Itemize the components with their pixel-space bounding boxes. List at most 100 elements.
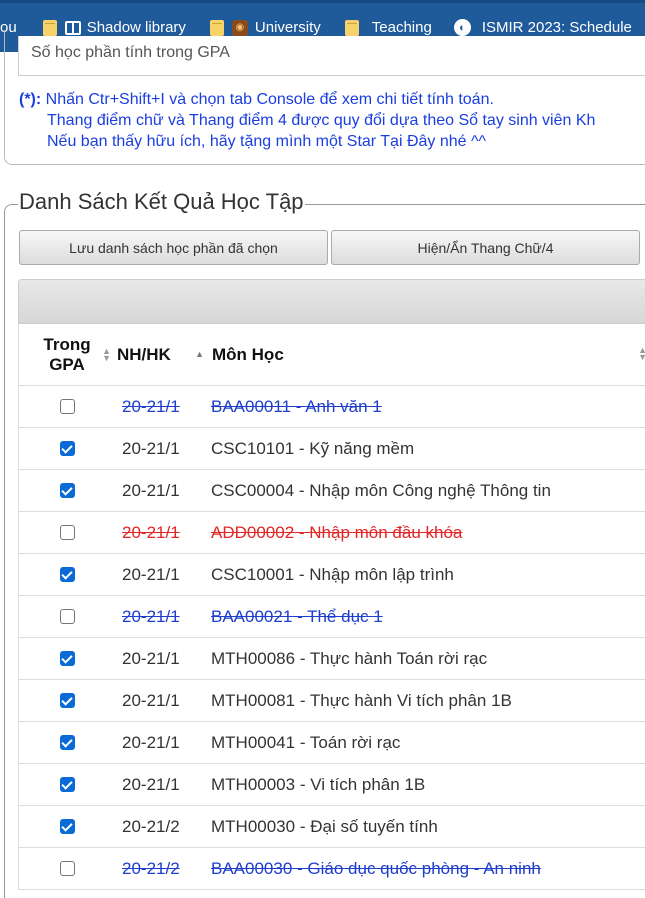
term-cell: 20-21/1 xyxy=(122,774,180,794)
note-line-1: Nhấn Ctr+Shift+I và chọn tab Console để … xyxy=(41,91,494,108)
course-code: BAA00030 xyxy=(211,858,293,878)
term-cell: 20-21/1 xyxy=(122,522,180,542)
include-in-gpa-checkbox[interactable] xyxy=(59,861,75,876)
note-line-3: Nếu bạn thấy hữu ích, hãy tặng mình một … xyxy=(19,131,595,152)
include-in-gpa-checkbox[interactable] xyxy=(59,483,75,498)
term-cell: 20-21/1 xyxy=(122,732,180,752)
gpa-cell xyxy=(19,525,109,540)
course-code: BAA00021 xyxy=(211,606,293,626)
column-header-course-label: Môn Học xyxy=(212,344,284,364)
term-cell: 20-21/1 xyxy=(122,438,180,458)
table-toolbar xyxy=(18,279,645,323)
course-name: - Nhập môn lập trình xyxy=(294,564,454,584)
info-note: (*): Nhấn Ctr+Shift+I và chọn tab Consol… xyxy=(19,89,595,152)
course-code: ADD00002 xyxy=(211,522,295,542)
gpa-cell xyxy=(19,693,109,708)
course-name: - Thực hành Toán rời rạc xyxy=(295,648,488,668)
course-cell: CSC00004 - Nhập môn Công nghệ Thông tin xyxy=(207,481,645,501)
results-table: Trong GPA ▲ ▼ NH/HK ▲ Môn Học ▲ ▼ 20-21/1 B… xyxy=(18,279,645,890)
star-link[interactable]: Tại Đây xyxy=(380,133,435,150)
note-line-2: Thang điểm chữ và Thang điểm 4 được quy … xyxy=(47,112,596,129)
include-in-gpa-checkbox[interactable] xyxy=(59,735,75,750)
gpa-cell xyxy=(19,483,109,498)
course-cell: MTH00041 - Toán rời rạc xyxy=(207,733,645,753)
table-row: 20-21/1 ADD00002 - Nhập môn đầu khóa xyxy=(18,512,645,554)
gpa-cell xyxy=(19,609,109,624)
term-cell: 20-21/1 xyxy=(122,480,180,500)
table-row: 20-21/2 MTH00030 - Đại số tuyến tính xyxy=(18,806,645,848)
gpa-cell xyxy=(19,399,109,414)
include-in-gpa-checkbox[interactable] xyxy=(59,441,75,456)
include-in-gpa-checkbox[interactable] xyxy=(59,651,75,666)
note-line-3-prefix: Nếu bạn thấy hữu ích, hãy tặng mình một … xyxy=(47,133,381,150)
column-header-term[interactable]: NH/HK ▲ xyxy=(109,345,206,365)
table-row: 20-21/1 BAA00021 - Thể dục 1 xyxy=(18,596,645,638)
course-name: - Anh văn 1 xyxy=(291,396,382,416)
column-header-gpa[interactable]: Trong GPA ▲ ▼ xyxy=(19,334,111,375)
course-cell: MTH00086 - Thực hành Toán rời rạc xyxy=(207,649,645,669)
course-cell: BAA00011 - Anh văn 1 xyxy=(207,397,645,417)
gpa-cell xyxy=(19,441,109,456)
course-cell: BAA00030 - Giáo dục quốc phòng - An ninh xyxy=(207,859,645,879)
table-row: 20-21/1 CSC10001 - Nhập môn lập trình xyxy=(18,554,645,596)
course-code: BAA00011 xyxy=(211,396,292,416)
course-name: - Thực hành Vi tích phân 1B xyxy=(295,690,512,710)
course-cell: MTH00081 - Thực hành Vi tích phân 1B xyxy=(207,691,645,711)
course-name: - Giáo dục quốc phòng - An ninh xyxy=(292,858,541,878)
course-name: - Toán rời rạc xyxy=(295,732,401,752)
table-row: 20-21/1 MTH00041 - Toán rời rạc xyxy=(18,722,645,764)
gpa-cell xyxy=(19,651,109,666)
note-star: (*): xyxy=(19,91,42,108)
column-header-gpa-line1: Trong xyxy=(43,334,91,354)
course-code: MTH00041 xyxy=(211,732,296,752)
include-in-gpa-checkbox[interactable] xyxy=(59,567,75,582)
course-code: CSC10101 xyxy=(211,438,295,458)
include-in-gpa-checkbox[interactable] xyxy=(59,525,75,540)
course-name: - Vi tích phân 1B xyxy=(295,774,426,794)
table-row: 20-21/1 CSC00004 - Nhập môn Công nghệ Thô… xyxy=(18,470,645,512)
include-in-gpa-checkbox[interactable] xyxy=(59,693,75,708)
column-header-term-label: NH/HK xyxy=(117,344,171,364)
column-header-course[interactable]: Môn Học ▲ ▼ xyxy=(206,345,645,365)
term-cell: 20-21/1 xyxy=(122,690,180,710)
course-name: - Nhập môn Công nghệ Thông tin xyxy=(294,480,551,500)
course-cell: MTH00003 - Vi tích phân 1B xyxy=(207,775,645,795)
results-legend: Danh Sách Kết Quả Học Tập xyxy=(18,189,305,215)
course-code: MTH00081 xyxy=(211,690,296,710)
course-cell: MTH00030 - Đại số tuyến tính xyxy=(207,817,645,837)
table-body: 20-21/1 BAA00011 - Anh văn 1 20-21/1 CSC101… xyxy=(18,386,645,890)
course-code: MTH00003 xyxy=(211,774,296,794)
table-row: 20-21/1 MTH00086 - Thực hành Toán rời rạc xyxy=(18,638,645,680)
save-selection-button[interactable]: Lưu danh sách học phần đã chọn xyxy=(19,230,328,265)
table-row: 20-21/1 MTH00081 - Thực hành Vi tích phân… xyxy=(18,680,645,722)
course-code: MTH00086 xyxy=(211,648,296,668)
table-header: Trong GPA ▲ ▼ NH/HK ▲ Môn Học ▲ ▼ xyxy=(18,323,645,386)
term-cell: 20-21/2 xyxy=(122,816,180,836)
term-cell: 20-21/1 xyxy=(122,606,180,626)
gpa-count-field: Số học phần tính trong GPA xyxy=(18,36,645,76)
gpa-cell xyxy=(19,861,109,876)
gpa-cell xyxy=(19,777,109,792)
course-cell: ADD00002 - Nhập môn đầu khóa xyxy=(207,523,645,543)
course-cell: BAA00021 - Thể dục 1 xyxy=(207,607,645,627)
include-in-gpa-checkbox[interactable] xyxy=(59,777,75,792)
include-in-gpa-checkbox[interactable] xyxy=(59,609,75,624)
course-name: - Nhập môn đầu khóa xyxy=(294,522,463,542)
table-row: 20-21/1 BAA00011 - Anh văn 1 xyxy=(18,386,645,428)
table-row: 20-21/1 MTH00003 - Vi tích phân 1B xyxy=(18,764,645,806)
gpa-cell xyxy=(19,567,109,582)
term-cell: 20-21/2 xyxy=(122,858,180,878)
include-in-gpa-checkbox[interactable] xyxy=(59,399,75,414)
gpa-cell xyxy=(19,819,109,834)
course-name: - Thể dục 1 xyxy=(292,606,383,626)
toggle-grade-scale-button[interactable]: Hiện/Ẩn Thang Chữ/4 xyxy=(331,230,640,265)
sort-icon: ▲ ▼ xyxy=(638,344,645,362)
gpa-cell xyxy=(19,735,109,750)
course-code: MTH00030 xyxy=(211,816,296,836)
course-code: CSC00004 xyxy=(211,480,295,500)
course-cell: CSC10001 - Nhập môn lập trình xyxy=(207,565,645,585)
course-code: CSC10001 xyxy=(211,564,295,584)
include-in-gpa-checkbox[interactable] xyxy=(59,819,75,834)
column-header-gpa-line2: GPA xyxy=(49,354,85,374)
term-cell: 20-21/1 xyxy=(122,564,180,584)
